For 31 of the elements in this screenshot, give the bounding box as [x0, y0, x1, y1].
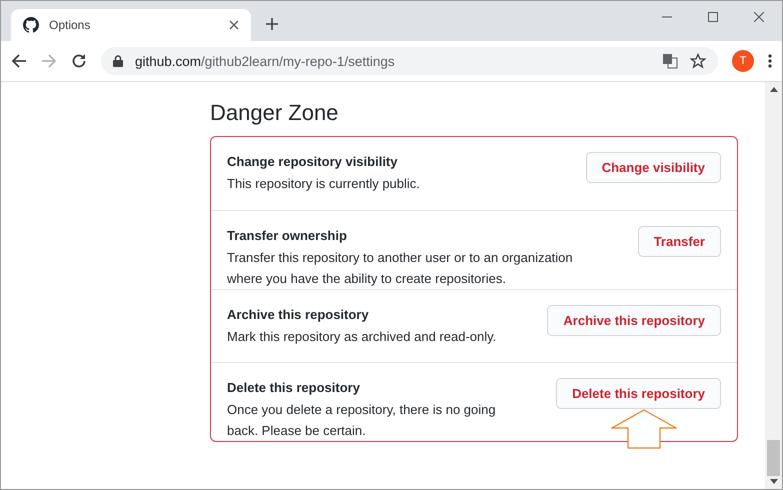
- setting-title: Archive this repository: [227, 307, 370, 322]
- lock-icon: [113, 55, 123, 67]
- scrollbar[interactable]: [765, 82, 782, 489]
- profile-avatar[interactable]: T: [732, 50, 754, 72]
- back-icon[interactable]: [11, 53, 27, 69]
- setting-description: Mark this repository as archived and read-only.: [227, 328, 496, 346]
- new-tab-icon[interactable]: [265, 17, 279, 31]
- setting-title: Change repository visibility: [227, 154, 398, 169]
- setting-description: Transfer this repository to another user or to an organization where you have the ability to create repositories.: [227, 249, 573, 288]
- danger-button[interactable]: Delete this repository: [556, 378, 721, 409]
- danger-button[interactable]: Transfer: [638, 226, 721, 257]
- tab-title: Options: [49, 18, 92, 32]
- close-icon[interactable]: [229, 20, 239, 30]
- browser-tab[interactable]: Options: [11, 9, 251, 41]
- setting-description: This repository is currently public.: [227, 175, 420, 193]
- danger-button[interactable]: Change visibility: [586, 152, 721, 183]
- setting-title: Delete this repository: [227, 380, 361, 395]
- scroll-down-icon[interactable]: [770, 479, 778, 484]
- scroll-up-icon[interactable]: [770, 87, 778, 92]
- setting-description: Once you delete a repository, there is no going back. Please be certain.: [227, 401, 496, 440]
- translate-icon[interactable]: [662, 53, 678, 69]
- menu-icon[interactable]: [768, 54, 772, 68]
- address-bar[interactable]: github.com/github2learn/my-repo-1/settings: [101, 47, 718, 75]
- scroll-thumb[interactable]: [767, 440, 780, 476]
- star-icon[interactable]: [690, 53, 706, 69]
- section-heading: Danger Zone: [210, 100, 340, 126]
- url-text: github.com/github2learn/my-repo-1/settings: [135, 54, 396, 68]
- danger-button[interactable]: Archive this repository: [547, 305, 721, 336]
- github-icon: [23, 17, 39, 33]
- reload-icon[interactable]: [71, 53, 87, 69]
- setting-title: Transfer ownership: [227, 228, 348, 243]
